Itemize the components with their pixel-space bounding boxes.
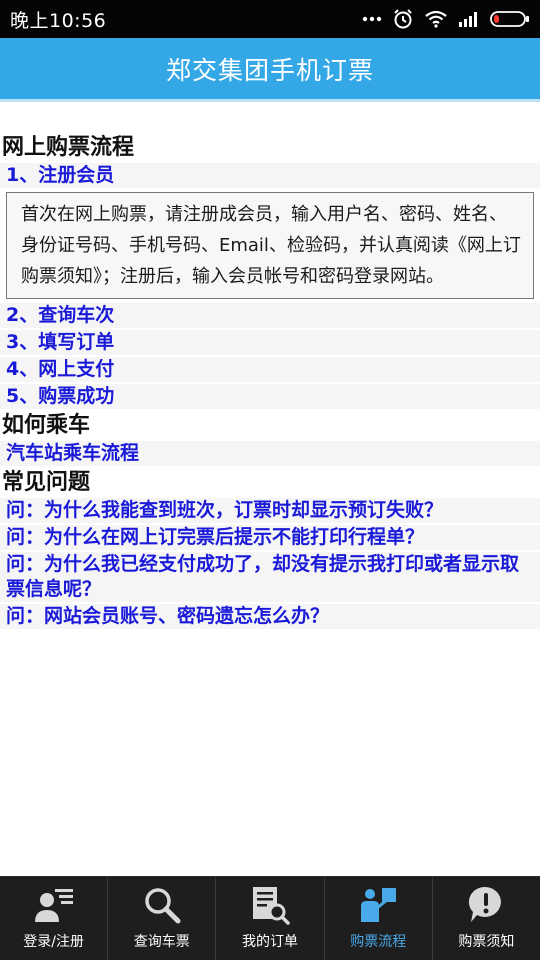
tab-label: 购票流程 (350, 934, 407, 950)
wifi-icon (424, 10, 448, 28)
step-purchase-success[interactable]: 5、购票成功 (0, 384, 540, 409)
step-register-member[interactable]: 1、注册会员 (0, 163, 540, 188)
faq-question-forgot-password[interactable]: 问：网站会员账号、密码遗忘怎么办？ (0, 604, 540, 629)
tab-label: 登录/注册 (23, 934, 84, 950)
faq-question-booking-failed[interactable]: 问：为什么我能查到班次，订票时却显示预订失败？ (0, 498, 540, 523)
step-fill-order[interactable]: 3、填写订单 (0, 330, 540, 355)
section-title-faq: 常见问题 (2, 470, 91, 495)
step-query-trains[interactable]: 2、查询车次 (0, 303, 540, 328)
tab-purchase-notice[interactable]: 购票须知 (433, 877, 540, 960)
register-detail-box: 首次在网上购票，请注册成会员，输入用户名、密码、姓名、身份证号码、手机号码、Em… (6, 192, 534, 299)
section-title-purchase-flow: 网上购票流程 (2, 135, 135, 160)
page-title: 郑交集团手机订票 (165, 55, 374, 85)
status-bar: 晚上10:56 (0, 0, 540, 38)
tab-label: 购票须知 (458, 934, 515, 950)
search-icon (140, 883, 184, 927)
status-icons (362, 8, 530, 30)
section-title-boarding: 如何乘车 (2, 413, 91, 438)
faq-question-no-ticket-info[interactable]: 问：为什么我已经支付成功了，却没有提示我打印或者显示取票信息呢？ (0, 552, 540, 602)
app-header: 郑交集团手机订票 (0, 38, 540, 102)
notice-exclamation-icon (464, 883, 508, 927)
faq-question-cannot-print[interactable]: 问：为什么在网上订完票后提示不能打印行程单？ (0, 525, 540, 550)
tab-purchase-flow[interactable]: 购票流程 (325, 877, 433, 960)
status-time: 晚上10:56 (10, 9, 107, 32)
bottom-tab-bar: 登录/注册 查询车票 我的订单 购票流程 购票须知 (0, 876, 540, 960)
tab-label: 查询车票 (133, 934, 190, 950)
purchase-flow-icon (356, 883, 400, 927)
user-login-icon (32, 883, 76, 927)
battery-icon (490, 11, 530, 27)
step-online-payment[interactable]: 4、网上支付 (0, 357, 540, 382)
tab-login-register[interactable]: 登录/注册 (0, 877, 109, 960)
boarding-process-link[interactable]: 汽车站乘车流程 (0, 441, 540, 466)
app-screen: 晚上10:56 郑交集团手机订票 网上购票流程 1、注册会员 首次在网上购票，请… (0, 0, 540, 960)
more-dots-icon (362, 16, 382, 22)
signal-icon (458, 11, 480, 27)
tab-query-tickets[interactable]: 查询车票 (108, 877, 217, 960)
order-document-icon (248, 883, 292, 927)
main-content: 网上购票流程 1、注册会员 首次在网上购票，请注册成会员，输入用户名、密码、姓名… (0, 133, 540, 631)
alarm-clock-icon (392, 8, 414, 30)
tab-my-orders[interactable]: 我的订单 (216, 877, 325, 960)
tab-label: 我的订单 (242, 934, 298, 950)
